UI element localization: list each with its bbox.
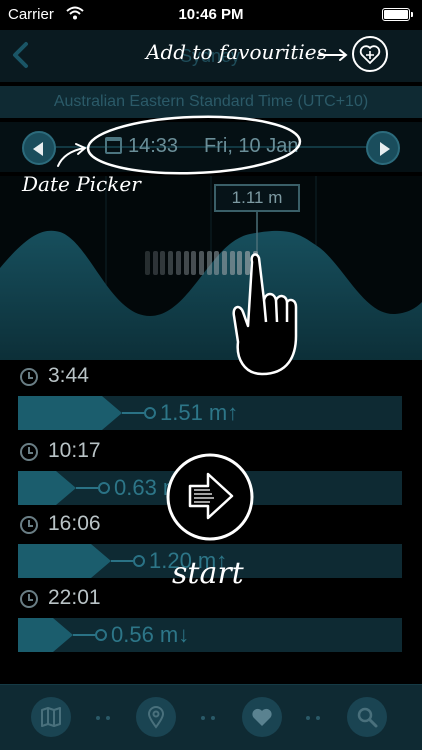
scrubber-tick — [245, 251, 251, 275]
date-picker-annotation: Date Picker — [22, 172, 141, 196]
triangle-left-icon — [33, 142, 43, 156]
tide-time-label: 3:44 — [48, 364, 89, 387]
scrubber-tick — [206, 251, 212, 275]
tab-map[interactable] — [31, 697, 71, 737]
tab-separator — [316, 716, 320, 720]
tide-level-fill — [18, 396, 102, 430]
tab-separator — [211, 716, 215, 720]
search-icon — [357, 707, 378, 728]
battery-icon — [382, 8, 413, 21]
clock-icon — [20, 368, 38, 386]
tide-level-fill — [18, 618, 53, 652]
tide-level-bar: 1.51 m↑ — [18, 396, 402, 430]
tab-favourites[interactable] — [242, 697, 282, 737]
date-picker[interactable]: 14:33 Fri, 10 Jan — [0, 122, 422, 172]
previous-date-button[interactable] — [22, 131, 56, 165]
current-height-label: 1.11 m — [214, 184, 300, 212]
clock-time: 10:46 PM — [178, 6, 244, 23]
map-icon — [41, 707, 61, 727]
tide-row[interactable]: 3:44 1.51 m↑ — [18, 364, 404, 430]
tide-level-bar: 0.63 m↓ — [18, 471, 402, 505]
tab-separator — [106, 716, 110, 720]
next-date-button[interactable] — [366, 131, 400, 165]
scrubber-tick — [252, 251, 258, 275]
favourites-annotation: Add to favourities — [146, 40, 327, 64]
scrubber-tick — [237, 251, 243, 275]
date-picker-time[interactable]: 14:33 — [128, 135, 178, 158]
tide-level-line — [76, 487, 98, 489]
triangle-right-icon — [380, 142, 390, 156]
scrubber-tick — [222, 251, 227, 275]
tide-level-line — [122, 412, 144, 414]
tide-time-label: 10:17 — [48, 439, 101, 462]
tide-level-dot — [133, 555, 145, 567]
tide-level-fill — [18, 471, 56, 505]
calendar-icon — [105, 137, 122, 154]
tide-level-tip — [56, 471, 76, 505]
tab-search[interactable] — [347, 697, 387, 737]
chevron-left-icon — [13, 42, 28, 68]
scrubber-tick — [152, 251, 158, 275]
back-button[interactable] — [10, 40, 34, 72]
tide-time-label: 16:06 — [48, 512, 101, 535]
tide-height-value: 1.51 m↑ — [160, 400, 239, 425]
tide-level-bar: 0.56 m↓ — [18, 618, 402, 652]
heart-icon — [252, 708, 272, 726]
tide-time-label: 22:01 — [48, 586, 101, 609]
tide-level-tip — [91, 544, 111, 578]
scrubber-tick — [160, 251, 166, 275]
tab-location[interactable] — [136, 697, 176, 737]
timezone-label: Australian Eastern Standard Time (UTC+10… — [0, 86, 422, 118]
tide-level-tip — [102, 396, 122, 430]
tide-level-tip — [53, 618, 73, 652]
status-bar: Carrier 10:46 PM — [0, 0, 422, 30]
tide-level-dot — [95, 629, 107, 641]
scrubber-tick — [168, 251, 174, 275]
tab-separator — [306, 716, 310, 720]
clock-icon — [20, 443, 38, 461]
location-pin-icon — [147, 706, 165, 729]
tide-level-fill — [18, 544, 91, 578]
scrubber-tick — [229, 251, 235, 275]
start-button[interactable]: start — [172, 556, 244, 591]
scrubber-tick — [214, 251, 220, 275]
tide-row[interactable]: 10:17 0.63 m↓ — [18, 439, 404, 505]
clock-icon — [20, 590, 38, 608]
clock-icon — [20, 516, 38, 534]
tab-separator — [201, 716, 205, 720]
tide-level-line — [111, 560, 133, 562]
tide-level-dot — [98, 482, 110, 494]
scrubber-tick — [198, 251, 204, 275]
tab-bar — [0, 684, 422, 750]
scrubber-tick — [145, 251, 150, 275]
tide-height-value: 0.56 m↓ — [111, 622, 190, 647]
tide-row[interactable]: 22:01 0.56 m↓ — [18, 586, 404, 652]
tide-height-value: 0.63 m↓ — [114, 475, 193, 500]
scrubber-tick — [191, 251, 197, 275]
tide-level-dot — [144, 407, 156, 419]
time-scrubber[interactable] — [145, 251, 260, 275]
scrubber-tick — [183, 251, 189, 275]
tide-level-line — [73, 634, 95, 636]
tab-separator — [96, 716, 100, 720]
date-picker-date[interactable]: Fri, 10 Jan — [204, 135, 298, 158]
scrubber-tick — [175, 251, 181, 275]
